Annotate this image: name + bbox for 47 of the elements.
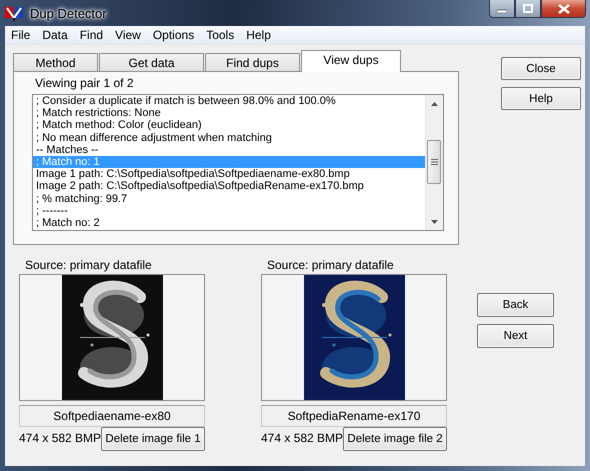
window-title: Dup Detector: [30, 6, 107, 20]
pair-label: Viewing pair 1 of 2: [35, 77, 134, 90]
menu-item[interactable]: Data: [37, 26, 75, 44]
maximize-icon: [523, 4, 533, 13]
list-line[interactable]: ; Consider a duplicate if match is between 98.0% and 100.0%: [33, 95, 425, 108]
scrollbar[interactable]: [425, 95, 443, 230]
close-button[interactable]: Close: [501, 57, 581, 80]
tab[interactable]: Find dups: [205, 53, 300, 71]
scroll-thumb[interactable]: [427, 140, 441, 184]
list-line[interactable]: ; -------: [33, 204, 425, 217]
list-line[interactable]: ; Match method: Color (euclidean): [33, 119, 425, 132]
list-line[interactable]: Image 2 path: C:\Softpedia\softpedia\SoftpediaRename-ex170.bmp: [33, 180, 425, 192]
file-name-field: Softpediaename-ex80: [19, 405, 205, 427]
help-button[interactable]: Help: [501, 87, 581, 110]
menu-item[interactable]: View: [110, 26, 148, 44]
menu-item[interactable]: Help: [241, 26, 278, 44]
tab[interactable]: View dups: [301, 50, 401, 72]
file-name-field: SoftpediaRename-ex170: [261, 405, 447, 427]
scroll-up-icon: [431, 102, 438, 106]
delete-button[interactable]: Delete image file 2: [343, 427, 447, 451]
menu-item[interactable]: File: [6, 26, 38, 44]
source-label: Source: primary datafile: [267, 259, 395, 272]
menu-item[interactable]: Tools: [201, 26, 242, 44]
tab[interactable]: Method: [13, 53, 98, 71]
menu-item[interactable]: Find: [74, 26, 110, 44]
list-line[interactable]: ; % matching: 99.7: [33, 192, 425, 205]
image-size-text: 474 x 582 BMP: [19, 432, 102, 445]
list-line[interactable]: ; Match restrictions: None: [33, 107, 425, 120]
image-size-text: 474 x 582 BMP: [261, 432, 344, 445]
delete-button[interactable]: Delete image file 1: [101, 427, 205, 451]
list-line[interactable]: ; Match no: 2: [33, 216, 425, 230]
next-button[interactable]: Next: [477, 324, 554, 348]
list-line[interactable]: ; No mean difference adjustment when matching: [33, 132, 425, 144]
list-line[interactable]: Image 1 path: C:\Softpedia\softpedia\Softpediaename-ex80.bmp: [33, 168, 425, 180]
minimize-button[interactable]: [489, 0, 515, 18]
scroll-down-icon: [431, 220, 438, 224]
results-listbox[interactable]: [32, 94, 444, 231]
close-icon: [558, 4, 570, 14]
grip-icon: [430, 159, 438, 165]
maximize-button[interactable]: [515, 0, 541, 18]
app-icon: [4, 5, 24, 21]
source-label: Source: primary datafile: [25, 259, 153, 272]
menu-item[interactable]: Options: [148, 26, 202, 44]
tab[interactable]: Get data: [99, 53, 204, 71]
back-button[interactable]: Back: [477, 293, 554, 317]
close-window-button[interactable]: [541, 0, 586, 18]
list-line[interactable]: -- Matches --: [33, 144, 425, 156]
